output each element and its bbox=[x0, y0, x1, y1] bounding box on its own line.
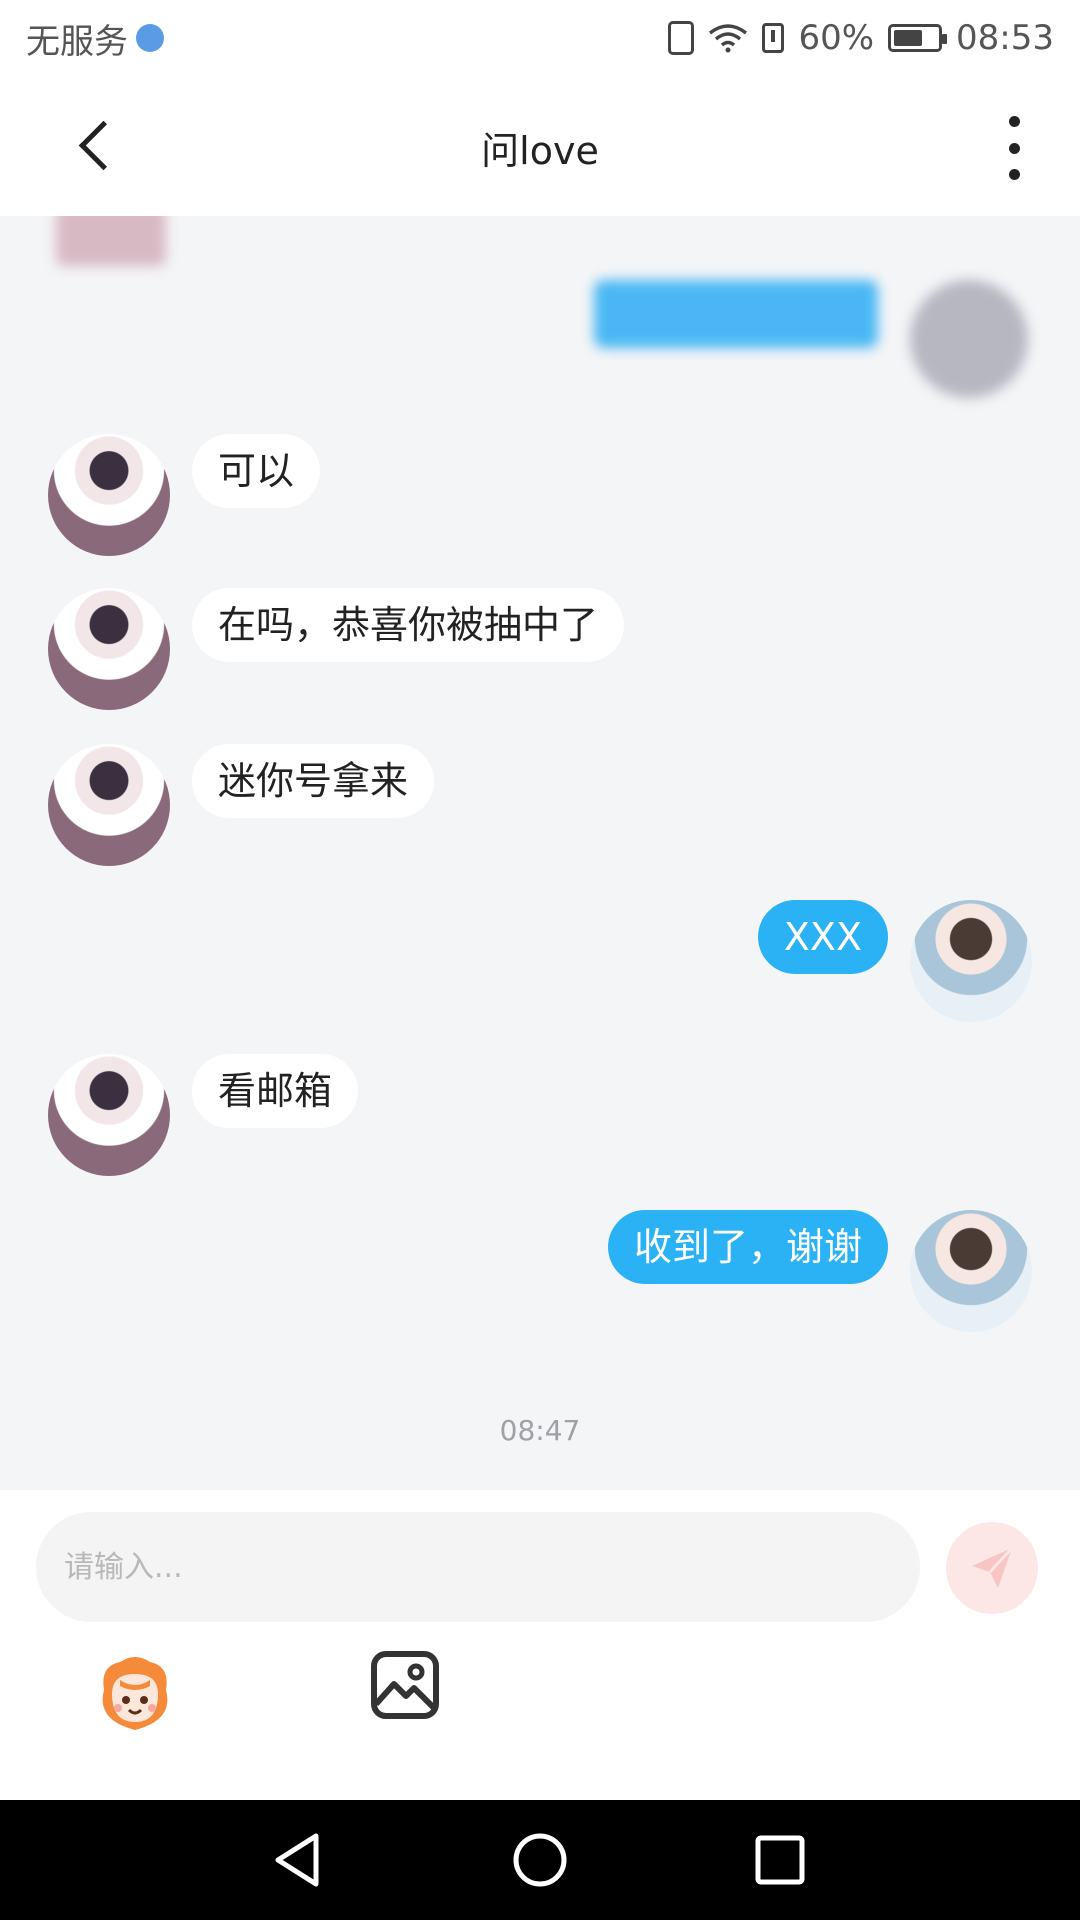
nav-recents-icon[interactable] bbox=[750, 1830, 810, 1890]
message-bubble-outgoing: 收到了，谢谢 bbox=[607, 1210, 888, 1284]
self-avatar[interactable] bbox=[910, 900, 1032, 1022]
blurred-message bbox=[594, 280, 878, 348]
mascot-emoji-icon bbox=[102, 1657, 168, 1730]
nav-home-icon[interactable] bbox=[510, 1830, 570, 1890]
system-nav-bar bbox=[0, 1800, 1080, 1920]
status-left: 无服务 bbox=[26, 14, 164, 63]
contact-avatar[interactable] bbox=[48, 1054, 170, 1176]
message-bubble-incoming: 看邮箱 bbox=[192, 1054, 359, 1128]
vibrate-icon bbox=[668, 21, 695, 55]
more-options-button[interactable] bbox=[996, 116, 1032, 180]
contact-avatar[interactable] bbox=[48, 588, 170, 710]
carrier-text: 无服务 bbox=[26, 21, 128, 62]
message-bubble-outgoing: XXX bbox=[757, 900, 888, 974]
battery-percent: 60% bbox=[798, 18, 875, 58]
message-bubble-incoming: 可以 bbox=[192, 434, 321, 508]
message-timestamp: 08:47 bbox=[499, 1414, 581, 1447]
message-input[interactable] bbox=[36, 1512, 920, 1622]
emoji-button[interactable] bbox=[90, 1650, 180, 1740]
chat-message-list[interactable]: 可以 在吗，恭喜你被抽中了 迷你号拿来 XXX 看邮箱 收到了，谢谢 08:47 bbox=[0, 216, 1080, 1490]
wifi-icon bbox=[709, 24, 748, 53]
chat-header: 问love bbox=[0, 76, 1080, 216]
network-globe-icon bbox=[136, 24, 164, 52]
self-avatar[interactable] bbox=[910, 1210, 1032, 1332]
clock: 08:53 bbox=[956, 18, 1054, 58]
contact-avatar[interactable] bbox=[48, 434, 170, 556]
image-icon bbox=[371, 1651, 439, 1719]
message-bubble-incoming: 在吗，恭喜你被抽中了 bbox=[192, 588, 625, 662]
blurred-avatar-top bbox=[56, 216, 166, 266]
send-button[interactable] bbox=[946, 1522, 1038, 1614]
status-bar: 无服务 60% 08:53 bbox=[0, 0, 1080, 76]
chat-title: 问love bbox=[481, 129, 599, 173]
paper-plane-icon bbox=[972, 1546, 1014, 1588]
alert-icon bbox=[762, 23, 785, 53]
message-bubble-incoming: 迷你号拿来 bbox=[192, 744, 435, 818]
status-right: 60% 08:53 bbox=[668, 18, 1054, 58]
blurred-avatar-self bbox=[910, 280, 1028, 398]
input-panel bbox=[0, 1490, 1080, 1800]
image-button[interactable] bbox=[370, 1650, 440, 1720]
nav-back-icon[interactable] bbox=[268, 1830, 328, 1890]
battery-icon bbox=[888, 24, 948, 52]
contact-avatar[interactable] bbox=[48, 744, 170, 866]
vertical-dots-icon bbox=[1008, 116, 1020, 127]
